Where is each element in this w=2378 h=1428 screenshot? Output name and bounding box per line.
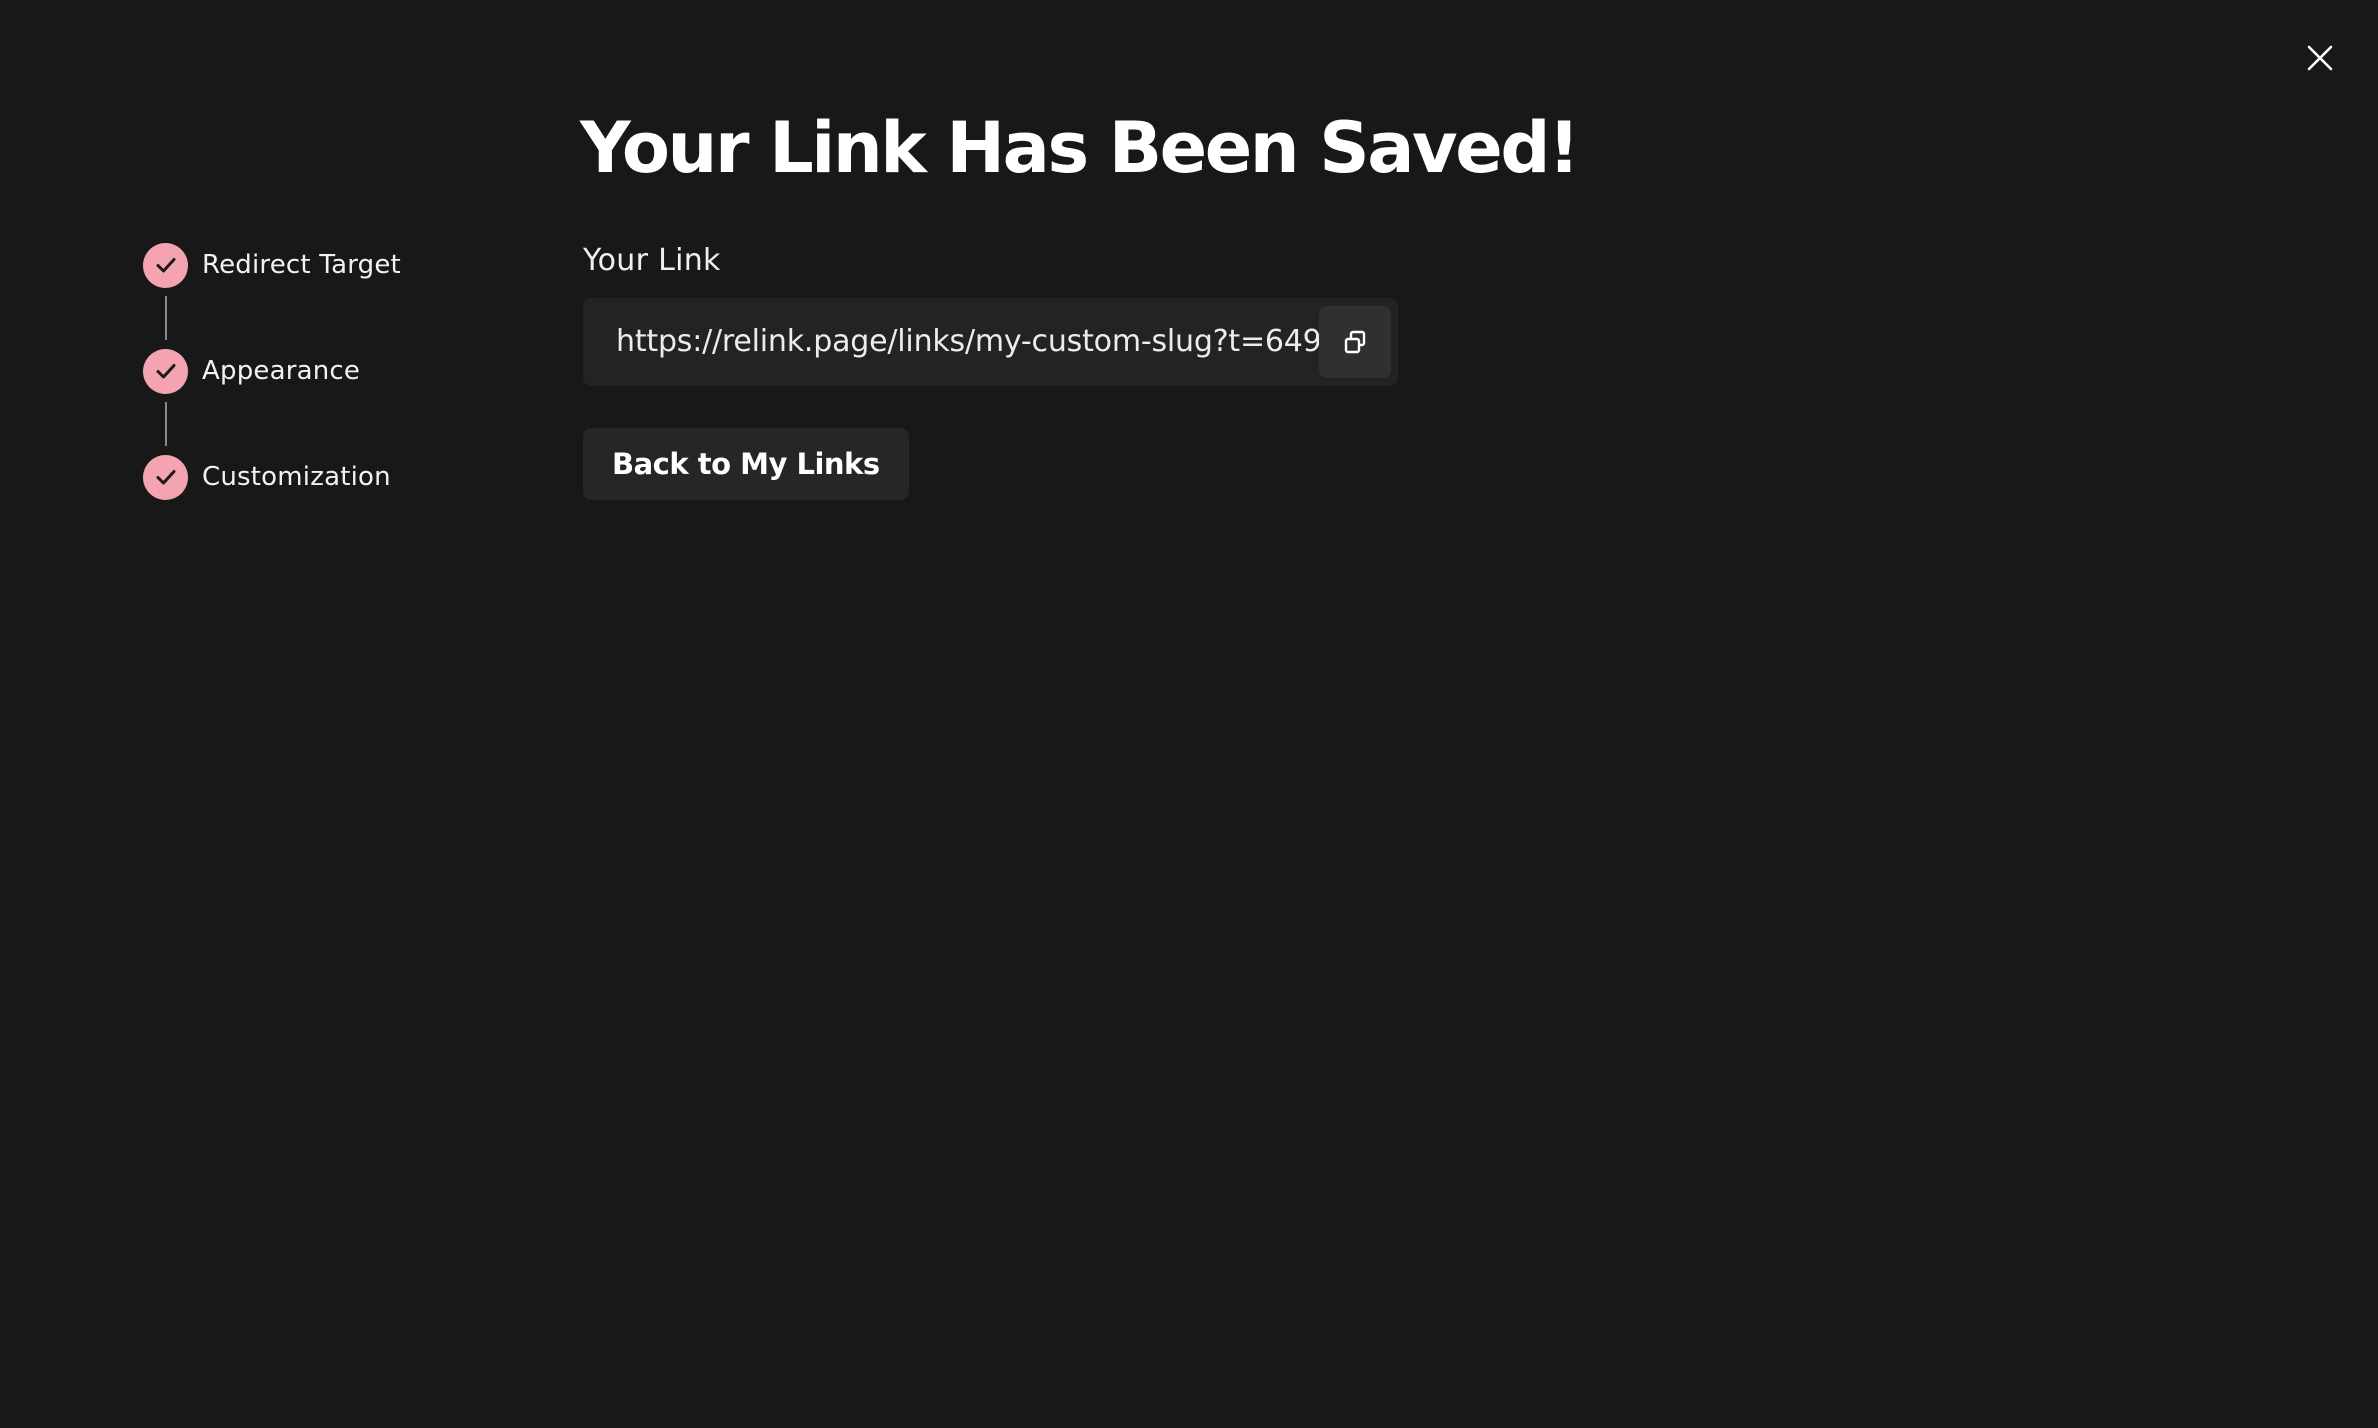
link-saved-page: Redirect Target Appearance Customization…: [0, 0, 2378, 1428]
close-icon: [2307, 45, 2333, 71]
step-complete-badge: [143, 242, 188, 288]
link-field[interactable]: https://relink.page/links/my-custom-slug…: [583, 298, 1398, 386]
check-icon: [156, 258, 175, 273]
copy-icon: [1344, 330, 1366, 354]
close-button[interactable]: [2300, 38, 2340, 78]
step-connector: [165, 402, 167, 446]
step-label: Customization: [202, 462, 391, 492]
step-redirect-target: Redirect Target: [143, 242, 401, 288]
step-complete-badge: [143, 454, 188, 500]
progress-stepper: Redirect Target Appearance Customization: [143, 242, 401, 500]
step-complete-badge: [143, 348, 188, 394]
step-customization: Customization: [143, 454, 401, 500]
step-label: Appearance: [202, 356, 361, 386]
back-to-my-links-button[interactable]: Back to My Links: [583, 428, 909, 500]
copy-link-button[interactable]: [1319, 306, 1391, 378]
check-icon: [156, 364, 175, 379]
check-icon: [156, 470, 175, 485]
your-link-label: Your Link: [583, 243, 721, 278]
step-appearance: Appearance: [143, 348, 401, 394]
step-connector: [165, 296, 167, 340]
step-label: Redirect Target: [202, 250, 401, 280]
link-url[interactable]: https://relink.page/links/my-custom-slug…: [616, 298, 1356, 386]
page-title: Your Link Has Been Saved!: [580, 107, 1580, 189]
